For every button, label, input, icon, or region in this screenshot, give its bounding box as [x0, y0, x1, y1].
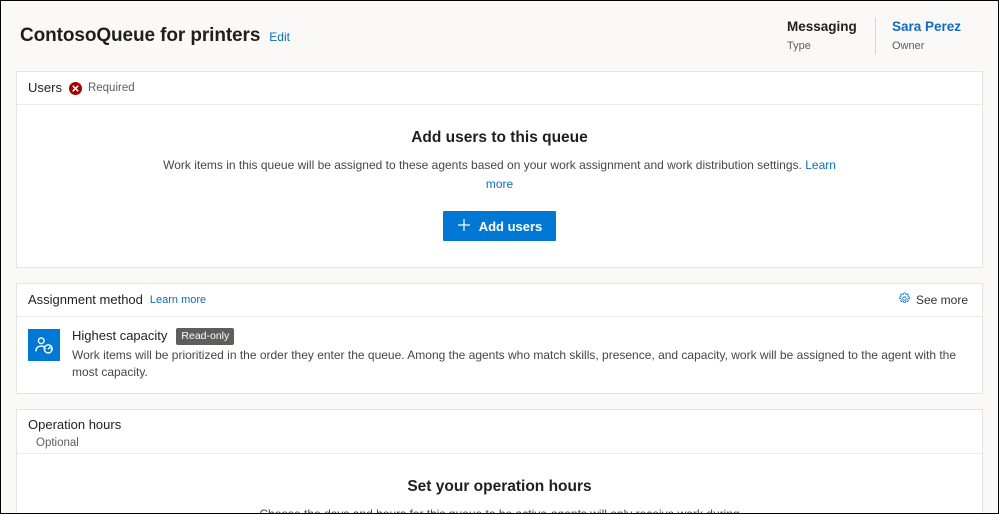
- users-section-title: Users: [28, 80, 62, 95]
- meta-type-value: Messaging: [787, 19, 857, 34]
- users-header-left: Users Required: [28, 79, 135, 97]
- error-circle-icon: [68, 81, 82, 95]
- queue-settings-page: ContosoQueue for printers Edit Messaging…: [0, 0, 999, 514]
- operation-hours-empty-title: Set your operation hours: [407, 478, 592, 495]
- assignment-header-left: Assignment method Learn more: [28, 291, 206, 309]
- title-group: ContosoQueue for printers Edit: [20, 24, 290, 48]
- edit-link[interactable]: Edit: [269, 29, 290, 45]
- operation-hours-card: Operation hours Optional Set your operat…: [16, 409, 983, 514]
- user-capacity-icon: [28, 329, 60, 361]
- page-header: ContosoQueue for printers Edit Messaging…: [1, 1, 998, 71]
- users-empty-title: Add users to this queue: [411, 129, 588, 146]
- page-title: ContosoQueue for printers: [20, 25, 261, 46]
- assignment-method-row: Highest capacity Read-only Work items wi…: [17, 317, 982, 393]
- plus-icon: [457, 218, 471, 235]
- users-required-text: Required: [87, 82, 135, 94]
- users-empty-description: Work items in this queue will be assigne…: [160, 156, 840, 194]
- users-card-header: Users Required: [17, 72, 982, 105]
- add-users-button[interactable]: Add users: [442, 211, 557, 241]
- users-required-badge: Required: [68, 80, 135, 96]
- operation-hours-header-left: Operation hours Optional: [28, 416, 121, 451]
- read-only-badge: Read-only: [176, 327, 235, 345]
- gear-icon: [898, 292, 911, 308]
- assignment-method-description: Work items will be prioritized in the or…: [72, 348, 957, 379]
- meta-type: Messaging Type: [787, 18, 875, 54]
- users-card: Users Required Add users to this queue W…: [16, 71, 983, 268]
- assignment-card-header: Assignment method Learn more See more: [17, 284, 982, 317]
- assignment-method-card: Assignment method Learn more See more Hi…: [16, 283, 983, 394]
- assignment-method-name: Highest capacity: [72, 328, 168, 343]
- add-users-button-label: Add users: [478, 218, 543, 234]
- users-empty-state: Add users to this queue Work items in th…: [17, 105, 982, 267]
- assignment-learn-more-link[interactable]: Learn more: [150, 292, 206, 308]
- meta-owner-value[interactable]: Sara Perez: [892, 18, 964, 36]
- see-more-label: See more: [915, 293, 968, 307]
- operation-hours-empty-state: Set your operation hours Choose the days…: [17, 454, 982, 514]
- operation-hours-card-header: Operation hours Optional: [17, 410, 982, 454]
- see-more-button[interactable]: See more: [898, 292, 968, 308]
- assignment-section-title: Assignment method: [28, 292, 143, 307]
- operation-hours-optional-label: Optional: [36, 437, 79, 449]
- operation-hours-section-title: Operation hours: [28, 417, 122, 432]
- assignment-method-title-row: Highest capacity Read-only: [72, 327, 968, 345]
- meta-owner-label: Owner: [892, 40, 925, 52]
- users-empty-description-text: Work items in this queue will be assigne…: [163, 158, 802, 172]
- meta-owner: Sara Perez Owner: [875, 18, 980, 54]
- operation-hours-empty-description: Choose the days and hours for this queue…: [259, 507, 740, 514]
- assignment-method-text: Highest capacity Read-only Work items wi…: [72, 327, 968, 381]
- header-meta-group: Messaging Type Sara Perez Owner: [787, 18, 982, 54]
- meta-type-label: Type: [787, 40, 811, 52]
